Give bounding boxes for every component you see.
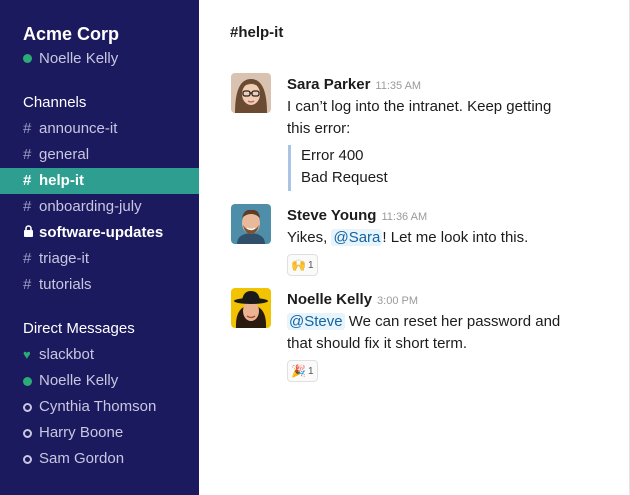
workspace-name[interactable]: Acme Corp <box>23 24 119 45</box>
sidebar-item-label: onboarding-july <box>39 198 142 215</box>
quote-bar <box>288 145 291 191</box>
reaction-count: 1 <box>307 365 314 377</box>
current-user-name: Noelle Kelly <box>39 50 119 67</box>
reaction-button[interactable]: 🙌 1 <box>287 254 318 276</box>
message-text-fragment: We can reset her password and <box>344 313 561 330</box>
channels-header[interactable]: Channels <box>23 94 86 111</box>
sidebar-item-label: slackbot <box>39 346 95 363</box>
sidebar-item-help-it[interactable]: # help-it <box>0 168 199 194</box>
sidebar-item-harry-boone[interactable]: Harry Boone <box>0 420 199 446</box>
raised-hands-icon: 🙌 <box>291 258 306 272</box>
mention-link[interactable]: @Steve <box>287 313 345 330</box>
message-author[interactable]: Noelle Kelly <box>287 291 372 308</box>
offline-status-icon <box>23 428 32 438</box>
sidebar-item-label: announce-it <box>39 120 118 137</box>
message-author[interactable]: Steve Young <box>287 207 376 224</box>
party-popper-icon: 🎉 <box>291 364 306 378</box>
message-line: I can’t log into the intranet. Keep gett… <box>287 98 552 115</box>
direct-messages-header[interactable]: Direct Messages <box>23 320 135 337</box>
hash-icon: # <box>23 198 32 215</box>
quote-line: Error 400 <box>301 147 364 164</box>
avatar[interactable] <box>231 73 271 113</box>
hash-icon: # <box>23 276 32 293</box>
reaction-count: 1 <box>307 259 314 271</box>
sidebar-item-label: tutorials <box>39 276 92 293</box>
sidebar-item-label: help-it <box>39 172 84 189</box>
message-line: @Steve We can reset her password and <box>287 311 560 333</box>
sidebar-item-label: Harry Boone <box>39 424 124 441</box>
message-line: that should fix it short term. <box>287 335 468 352</box>
heart-icon: ♥ <box>23 347 31 362</box>
reaction-button[interactable]: 🎉 1 <box>287 360 318 382</box>
offline-status-icon <box>23 454 32 464</box>
sidebar-item-onboarding-july[interactable]: # onboarding-july <box>0 194 199 220</box>
sidebar-item-triage-it[interactable]: # triage-it <box>0 246 199 272</box>
sidebar-item-label: Sam Gordon <box>39 450 125 467</box>
offline-status-icon <box>23 402 32 412</box>
quote-block: Error 400 Bad Request <box>301 145 388 189</box>
message-line: this error: <box>287 120 351 137</box>
message-header: Noelle Kelly 3:00 PM <box>287 291 418 308</box>
online-status-icon <box>23 376 32 386</box>
current-user[interactable]: Noelle Kelly <box>23 50 118 67</box>
message-header: Steve Young 11:36 AM <box>287 207 427 224</box>
sidebar-item-label: triage-it <box>39 250 90 267</box>
online-status-icon <box>23 54 32 63</box>
message-text-fragment: ! Let me look into this. <box>382 229 529 246</box>
sidebar-item-label: general <box>39 146 90 163</box>
sidebar-item-software-updates[interactable]: software-updates <box>0 220 199 246</box>
message-text: @Steve We can reset her password and tha… <box>287 311 560 355</box>
sidebar-item-label: Noelle Kelly <box>39 372 119 389</box>
hash-icon: # <box>23 172 32 189</box>
sidebar-item-slackbot[interactable]: ♥ slackbot <box>0 342 199 368</box>
avatar[interactable] <box>231 288 271 328</box>
message-timestamp[interactable]: 3:00 PM <box>377 295 418 307</box>
sidebar-item-label: Cynthia Thomson <box>39 398 157 415</box>
sidebar-item-announce-it[interactable]: # announce-it <box>0 116 199 142</box>
quote-line: Bad Request <box>301 169 388 186</box>
sidebar-item-cynthia-thomson[interactable]: Cynthia Thomson <box>0 394 199 420</box>
mention-link[interactable]: @Sara <box>331 229 383 246</box>
avatar[interactable] <box>231 204 271 244</box>
hash-icon: # <box>23 250 32 267</box>
hash-icon: # <box>23 120 32 137</box>
message-timestamp[interactable]: 11:35 AM <box>375 80 421 92</box>
message-header: Sara Parker 11:35 AM <box>287 76 421 93</box>
sidebar-item-noelle-kelly[interactable]: Noelle Kelly <box>0 368 199 394</box>
sidebar: Acme Corp Noelle Kelly Channels # announ… <box>0 0 199 495</box>
sidebar-item-tutorials[interactable]: # tutorials <box>0 272 199 298</box>
message-text: Yikes, @Sara! Let me look into this. <box>287 227 528 249</box>
message-author[interactable]: Sara Parker <box>287 76 370 93</box>
sidebar-item-sam-gordon[interactable]: Sam Gordon <box>0 446 199 472</box>
message-text: I can’t log into the intranet. Keep gett… <box>287 96 551 140</box>
lock-icon <box>23 220 39 246</box>
message-text-fragment: Yikes, <box>287 229 332 246</box>
sidebar-item-label: software-updates <box>39 224 164 241</box>
sidebar-item-general[interactable]: # general <box>0 142 199 168</box>
channel-title: #help-it <box>230 24 284 41</box>
hash-icon: # <box>23 146 32 163</box>
message-timestamp[interactable]: 11:36 AM <box>381 211 427 223</box>
